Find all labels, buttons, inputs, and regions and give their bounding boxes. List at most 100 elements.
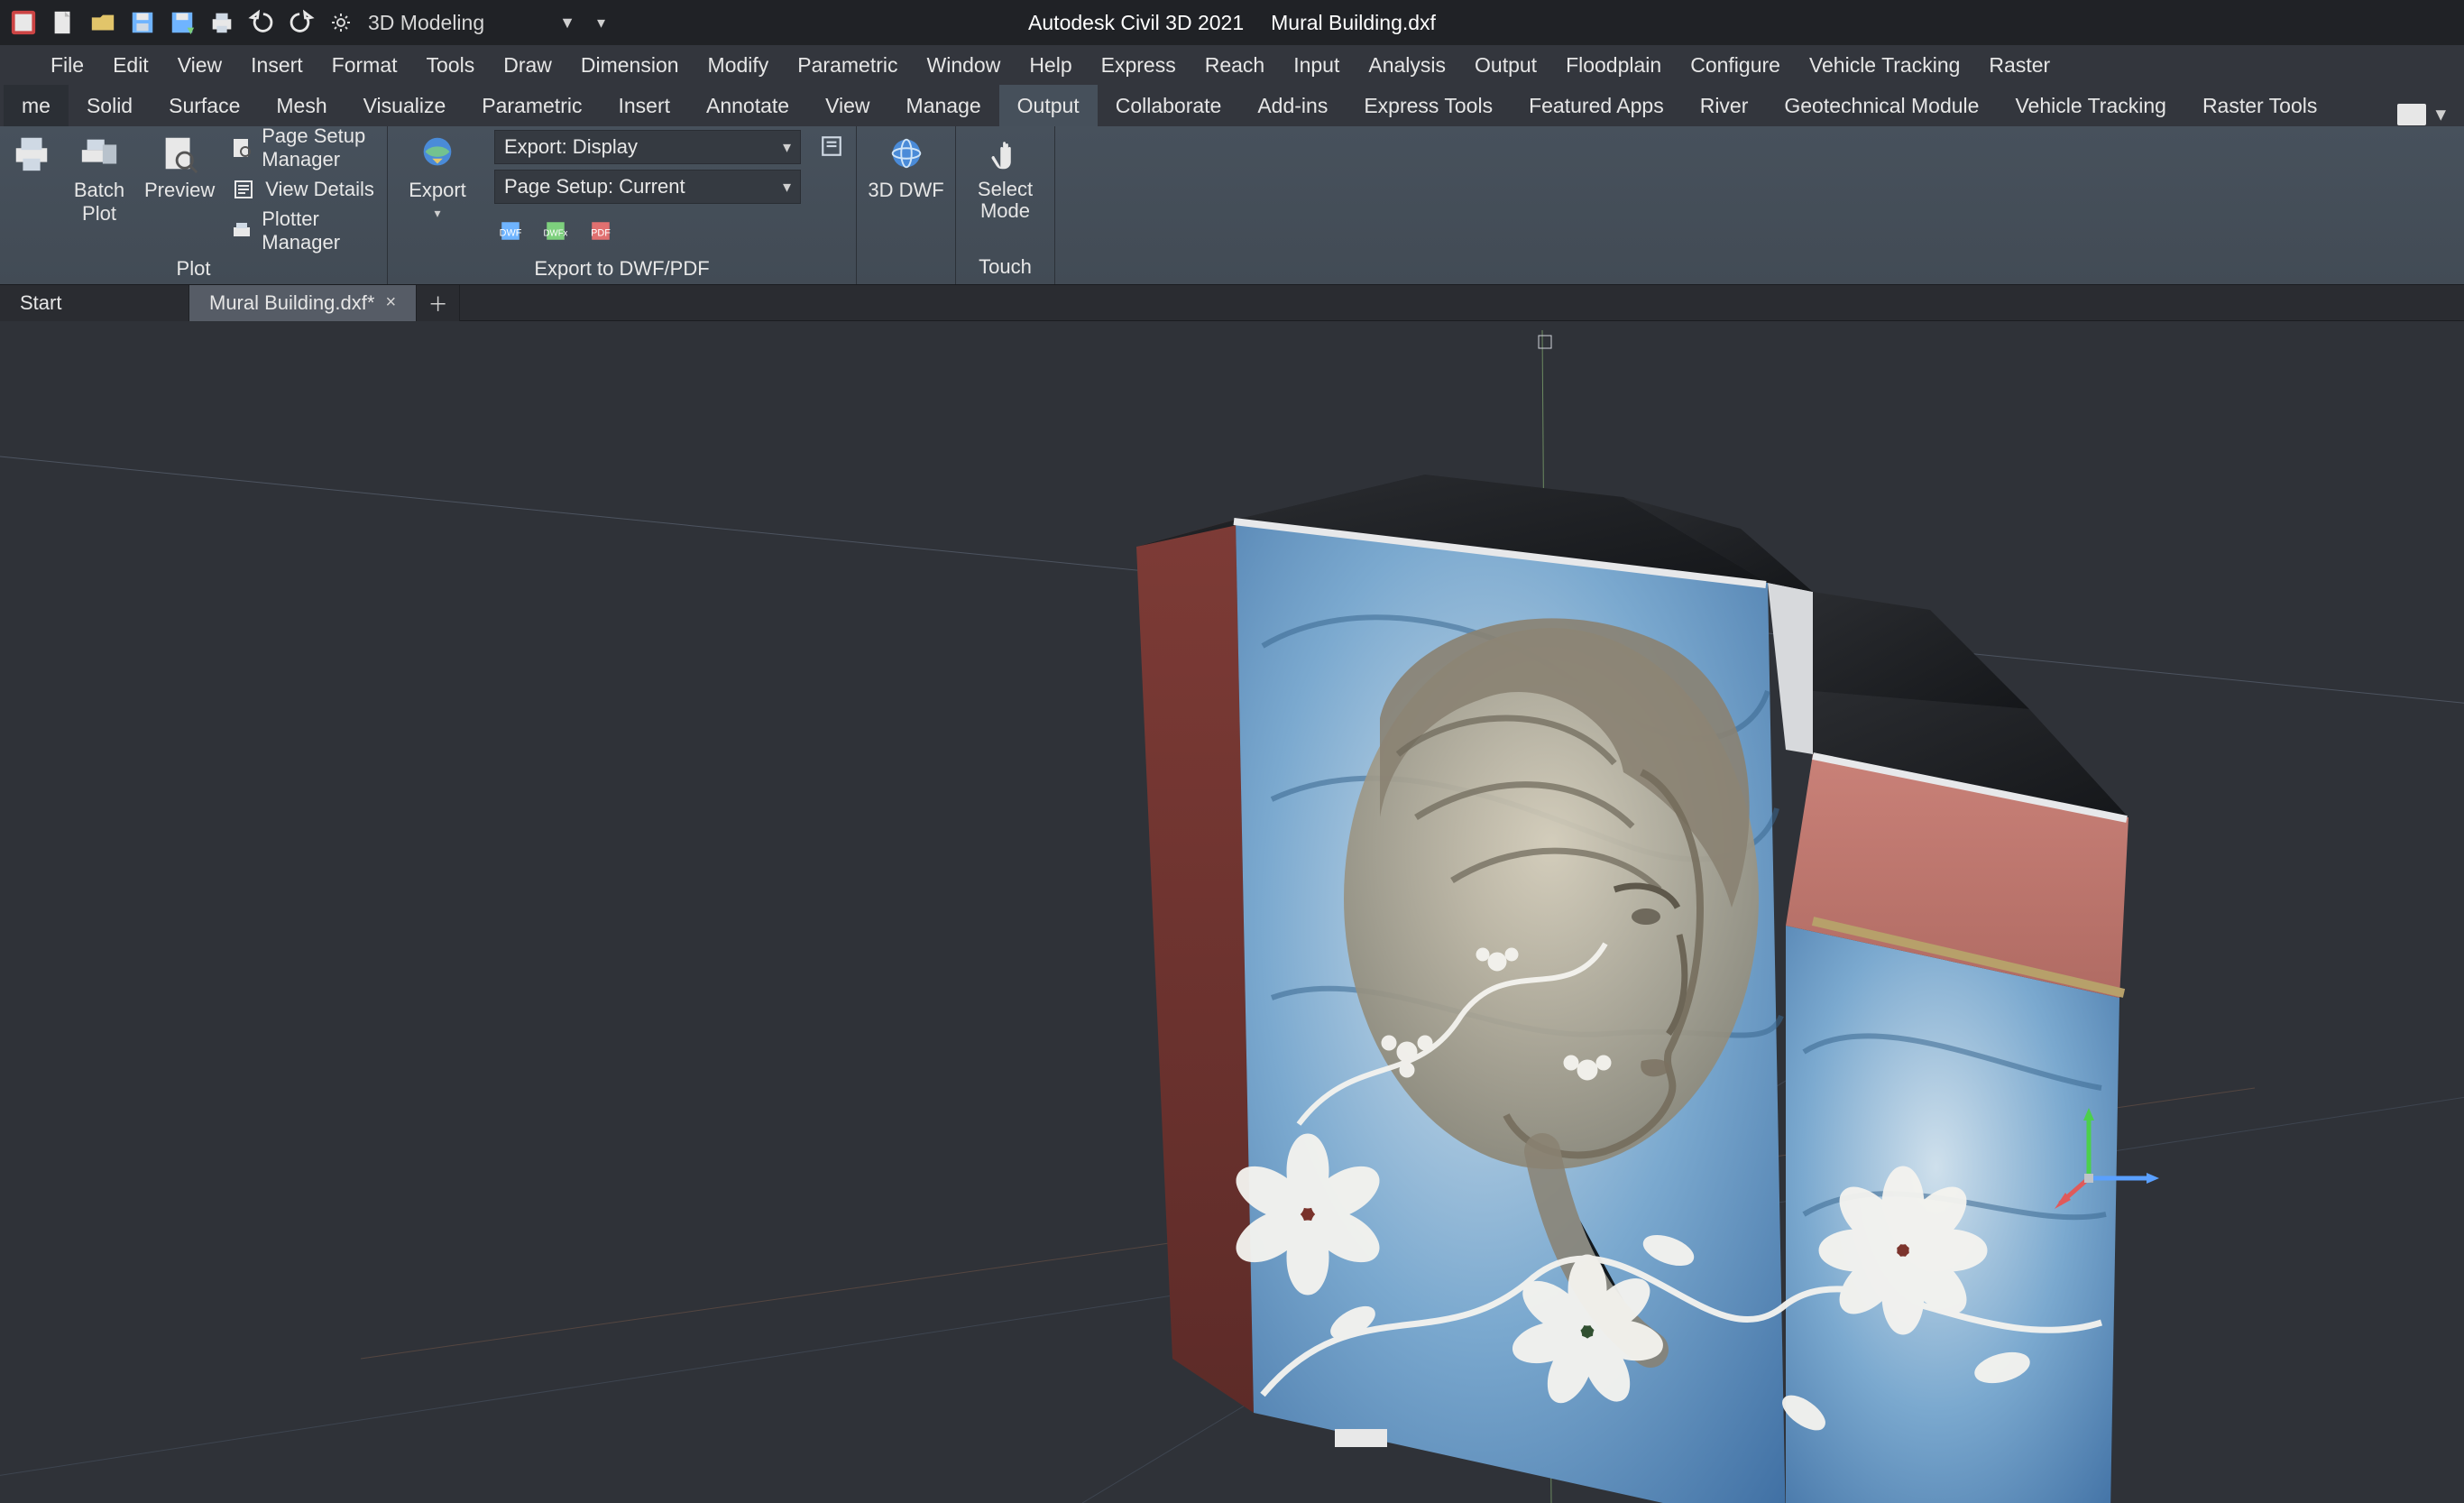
- chevron-down-icon: ▾: [434, 206, 440, 221]
- model-building[interactable]: [1118, 420, 2128, 1503]
- menu-configure[interactable]: Configure: [1676, 45, 1795, 85]
- plot-button[interactable]: [0, 126, 63, 175]
- preview-button[interactable]: Preview: [135, 126, 224, 202]
- menu-draw[interactable]: Draw: [489, 45, 566, 85]
- export-dwf-icon[interactable]: DWF: [494, 215, 527, 247]
- menu-format[interactable]: Format: [317, 45, 412, 85]
- new-icon[interactable]: [45, 5, 81, 41]
- export-options-icon[interactable]: [815, 130, 848, 162]
- ribbon-tab-insert[interactable]: Insert: [600, 85, 688, 126]
- svg-text:DWF: DWF: [500, 227, 522, 238]
- panel-export: Export ▾ Export: Display ▾ Page Setup: C…: [388, 126, 857, 284]
- menu-modify[interactable]: Modify: [694, 45, 784, 85]
- doc-tab-start[interactable]: Start: [0, 285, 189, 321]
- export-display-value: Export: Display: [504, 135, 638, 159]
- ribbon-tab-vehicle-tracking[interactable]: Vehicle Tracking: [1997, 85, 2184, 126]
- title-bar: 3D Modeling ▼ ▾ Autodesk Civil 3D 2021 M…: [0, 0, 2464, 45]
- view-details-button[interactable]: View Details: [231, 173, 380, 206]
- plotter-manager-button[interactable]: Plotter Manager: [231, 215, 380, 247]
- ribbon-tab-featured-apps[interactable]: Featured Apps: [1511, 85, 1682, 126]
- ribbon-tab-express-tools[interactable]: Express Tools: [1346, 85, 1511, 126]
- chevron-down-icon[interactable]: ▾: [2435, 102, 2446, 126]
- ribbon-tab-addins[interactable]: Add-ins: [1239, 85, 1346, 126]
- menu-edit[interactable]: Edit: [98, 45, 163, 85]
- menu-file[interactable]: File: [36, 45, 98, 85]
- menu-dimension[interactable]: Dimension: [566, 45, 694, 85]
- printer-batch-icon: [72, 132, 126, 175]
- ribbon-tab-annotate[interactable]: Annotate: [688, 85, 807, 126]
- page-setup-dropdown[interactable]: Page Setup: Current ▾: [494, 170, 801, 204]
- menu-help[interactable]: Help: [1015, 45, 1086, 85]
- gear-icon: [330, 12, 352, 33]
- ribbon-tab-mesh[interactable]: Mesh: [258, 85, 345, 126]
- menu-floodplain[interactable]: Floodplain: [1551, 45, 1676, 85]
- export-pdf-icon[interactable]: PDF: [584, 215, 617, 247]
- close-icon[interactable]: ×: [385, 292, 396, 313]
- menu-parametric[interactable]: Parametric: [783, 45, 912, 85]
- export-dwfx-icon[interactable]: DWFx: [539, 215, 572, 247]
- panel-touch-label: Touch: [956, 250, 1054, 284]
- plot-small-buttons: Page Setup Manager View Details Plotter …: [224, 126, 387, 253]
- preview-label: Preview: [144, 179, 215, 202]
- save-icon[interactable]: [124, 5, 161, 41]
- preview-icon: [152, 132, 207, 175]
- hand-icon: [979, 132, 1033, 175]
- page-setup-label: Page Setup Manager: [262, 124, 380, 171]
- menu-analysis[interactable]: Analysis: [1354, 45, 1460, 85]
- page-setup-manager-button[interactable]: Page Setup Manager: [231, 132, 380, 164]
- printer-icon: [5, 132, 59, 175]
- ribbon-tab-river[interactable]: River: [1682, 85, 1767, 126]
- workspace-switcher[interactable]: 3D Modeling ▼ ▾: [330, 6, 605, 39]
- ribbon: Batch Plot Preview Page Setup Manager Vi…: [0, 126, 2464, 285]
- ribbon-tab-collaborate[interactable]: Collaborate: [1098, 85, 1240, 126]
- export-dropdowns: Export: Display ▾ Page Setup: Current ▾ …: [487, 126, 808, 253]
- menu-input[interactable]: Input: [1279, 45, 1354, 85]
- menu-express[interactable]: Express: [1087, 45, 1191, 85]
- menu-tools[interactable]: Tools: [412, 45, 490, 85]
- chevron-down-icon: ▾: [783, 138, 791, 157]
- ribbon-tab-me[interactable]: me: [4, 85, 69, 126]
- ribbon-tab-solid[interactable]: Solid: [69, 85, 151, 126]
- menu-vehicle-tracking[interactable]: Vehicle Tracking: [1795, 45, 1974, 85]
- menu-view[interactable]: View: [163, 45, 236, 85]
- saveas-icon[interactable]: [164, 5, 200, 41]
- 3d-dwf-button[interactable]: 3D DWF: [857, 126, 955, 202]
- ribbon-collapse-icon[interactable]: [2397, 104, 2426, 125]
- redo-icon[interactable]: [283, 5, 319, 41]
- app-menu-icon[interactable]: [5, 5, 41, 41]
- ribbon-tab-output[interactable]: Output: [999, 85, 1098, 126]
- ribbon-tab-raster-tools[interactable]: Raster Tools: [2184, 85, 2335, 126]
- plot-icon[interactable]: [204, 5, 240, 41]
- ribbon-tab-geotechnical[interactable]: Geotechnical Module: [1766, 85, 1997, 126]
- globe-3d-icon: [879, 132, 933, 175]
- ribbon-tab-view[interactable]: View: [807, 85, 887, 126]
- batch-plot-button[interactable]: Batch Plot: [63, 126, 135, 226]
- svg-text:DWFx: DWFx: [544, 228, 567, 238]
- ucs-gizmo[interactable]: [2053, 1106, 2161, 1214]
- open-icon[interactable]: [85, 5, 121, 41]
- doc-tab-start-label: Start: [20, 291, 61, 315]
- ribbon-tab-visualize[interactable]: Visualize: [345, 85, 464, 126]
- quick-access-toolbar: [5, 5, 319, 41]
- select-mode-button[interactable]: SelectMode: [956, 126, 1054, 222]
- ribbon-tab-surface[interactable]: Surface: [151, 85, 258, 126]
- qat-more-icon[interactable]: ▾: [597, 14, 605, 32]
- viewport-3d[interactable]: [0, 321, 2464, 1503]
- ribbon-tab-parametric[interactable]: Parametric: [464, 85, 600, 126]
- export-display-dropdown[interactable]: Export: Display ▾: [494, 130, 801, 164]
- panel-plot-label: Plot: [0, 253, 387, 284]
- menu-raster[interactable]: Raster: [1974, 45, 2064, 85]
- undo-icon[interactable]: [244, 5, 280, 41]
- ribbon-tab-manage[interactable]: Manage: [888, 85, 999, 126]
- menu-insert[interactable]: Insert: [236, 45, 317, 85]
- menu-window[interactable]: Window: [913, 45, 1016, 85]
- doc-tab-add[interactable]: ＋: [417, 285, 460, 321]
- panel-export-label: Export to DWF/PDF: [388, 253, 856, 284]
- export-button[interactable]: Export ▾: [388, 126, 487, 221]
- doc-tab-active[interactable]: Mural Building.dxf* ×: [189, 285, 417, 321]
- panel-touch: SelectMode Touch: [956, 126, 1055, 284]
- menu-output[interactable]: Output: [1460, 45, 1551, 85]
- menu-reach[interactable]: Reach: [1191, 45, 1279, 85]
- plotter-manager-label: Plotter Manager: [262, 207, 380, 254]
- 3d-dwf-label: 3D DWF: [868, 179, 943, 202]
